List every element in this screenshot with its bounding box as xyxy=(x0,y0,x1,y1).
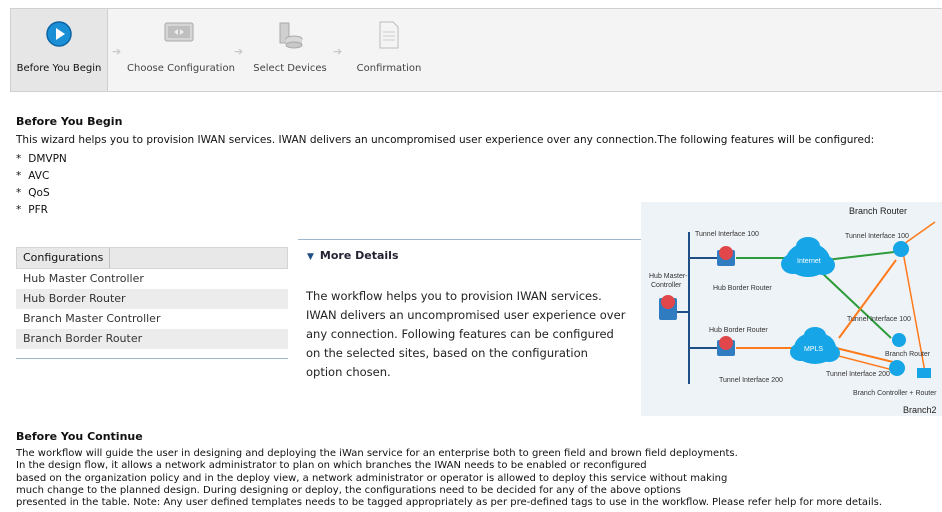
continue-line: based on the organization policy and in … xyxy=(16,472,728,484)
step-before-you-begin[interactable]: Before You Begin xyxy=(11,9,108,91)
step-label: Confirmation xyxy=(356,63,422,74)
table-header: Configurations xyxy=(16,247,288,269)
more-details-toggle[interactable]: ▼ More Details xyxy=(307,249,399,262)
network-diagram-svg: Branch Router Tunnel Interface 100 Tunne… xyxy=(649,206,937,415)
hub-master-controller-router-icon xyxy=(659,295,677,320)
wizard-stepper: Before You Begin ➔ Choose Configuration … xyxy=(10,8,942,92)
feature-list: DMVPN AVC QoS PFR xyxy=(16,151,67,219)
step-label: Choose Configuration xyxy=(127,63,235,74)
table-row[interactable]: Hub Border Router xyxy=(16,289,288,309)
continue-line: much change to the planned design. Durin… xyxy=(16,484,681,496)
step-label: Select Devices xyxy=(253,63,327,74)
continue-line: The workflow will guide the user in desi… xyxy=(16,448,738,459)
feature-item: AVC xyxy=(16,168,67,185)
caret-down-icon: ▼ xyxy=(307,252,314,262)
label-tunnel-100-right: Tunnel Interface 100 xyxy=(845,233,909,240)
label-branch-controller-router: Branch Controller + Router xyxy=(853,390,937,397)
label-hub-master-controller-2: Controller xyxy=(651,282,682,289)
more-details-title: More Details xyxy=(319,249,399,262)
step-confirmation[interactable]: Confirmation xyxy=(349,9,429,91)
feature-item: DMVPN xyxy=(16,151,67,168)
configuration-icon xyxy=(164,21,194,49)
label-tunnel-100-left: Tunnel Interface 100 xyxy=(695,231,759,238)
label-hub-master-controller: Hub Master- xyxy=(649,273,688,280)
arrow-right-icon: ➔ xyxy=(234,45,244,58)
devices-icon xyxy=(276,21,304,53)
internet-cloud-icon xyxy=(781,237,835,277)
feature-item: QoS xyxy=(16,185,67,202)
intro-title: Before You Begin xyxy=(16,115,123,128)
continue-text: The workflow will guide the user in desi… xyxy=(16,448,882,509)
label-branch2: Branch2 xyxy=(903,405,937,415)
label-internet: Internet xyxy=(797,258,821,265)
feature-item: PFR xyxy=(16,202,67,219)
continue-title: Before You Continue xyxy=(16,430,143,443)
arrow-right-icon: ➔ xyxy=(333,45,343,58)
label-branch-router-mid: Branch Router xyxy=(885,351,931,358)
column-header-configurations[interactable]: Configurations xyxy=(17,248,111,268)
step-select-devices[interactable]: Select Devices xyxy=(249,9,331,91)
branch-controller-router-icon xyxy=(889,360,931,378)
continue-line: presented in the table. Note: Any user d… xyxy=(16,497,882,509)
network-diagram: Branch Router Tunnel Interface 100 Tunne… xyxy=(641,202,942,416)
step-choose-configuration[interactable]: Choose Configuration xyxy=(127,9,235,91)
branch-router-top-icon xyxy=(893,241,909,257)
play-icon xyxy=(46,21,72,51)
configurations-table: Configurations Hub Master Controller Hub… xyxy=(16,247,288,349)
hub-border-router-bottom-icon xyxy=(717,336,735,356)
arrow-right-icon: ➔ xyxy=(112,45,122,58)
divider xyxy=(298,239,641,240)
more-details-text: The workflow helps you to provision IWAN… xyxy=(306,289,626,379)
label-tunnel-200-right: Tunnel Interface 200 xyxy=(826,371,890,378)
table-row[interactable]: Branch Border Router xyxy=(16,329,288,349)
label-hub-border-router-bottom: Hub Border Router xyxy=(709,327,768,334)
label-branch-router-top: Branch Router xyxy=(849,206,907,216)
step-label: Before You Begin xyxy=(16,63,102,74)
label-mpls: MPLS xyxy=(804,346,823,353)
hub-border-router-top-icon xyxy=(717,246,735,266)
label-tunnel-100-mid: Tunnel Interface 100 xyxy=(847,316,911,323)
table-row[interactable]: Hub Master Controller xyxy=(16,269,288,289)
table-row[interactable]: Branch Master Controller xyxy=(16,309,288,329)
document-icon xyxy=(378,21,400,53)
label-hub-border-router-top: Hub Border Router xyxy=(713,285,772,292)
divider xyxy=(16,358,288,359)
intro-text: This wizard helps you to provision IWAN … xyxy=(16,134,875,146)
label-tunnel-200-bottom: Tunnel Interface 200 xyxy=(719,377,783,384)
continue-line: In the design flow, it allows a network … xyxy=(16,460,647,472)
branch-router-mid-icon xyxy=(892,333,906,347)
